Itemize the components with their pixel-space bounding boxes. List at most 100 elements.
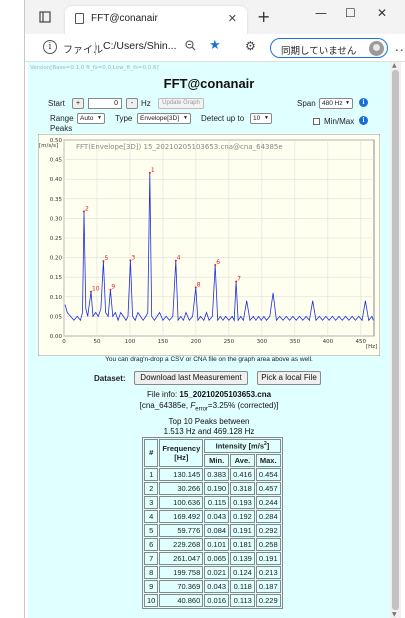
peak-label: 10 <box>92 286 100 293</box>
ferror-subscript: error <box>195 406 208 413</box>
profile-sync-button[interactable]: 同期していません <box>270 38 388 58</box>
y-tick-label: 0.15 <box>50 275 63 281</box>
scrollbar-thumb[interactable] <box>392 70 399 610</box>
new-tab-button[interactable]: + <box>257 7 270 26</box>
span-select[interactable]: 480 Hz ▼ <box>319 98 353 109</box>
row-number: 8 <box>144 565 159 579</box>
row-max: 0.229 <box>255 593 281 607</box>
peak-label: 6 <box>216 259 220 266</box>
page-scrollbar[interactable]: ▲ ▼ <box>390 62 401 618</box>
table-row: 4 169.492 0.043 0.192 0.284 <box>144 509 281 523</box>
peak-label: 7 <box>237 276 241 283</box>
x-tick-label: 200 <box>191 339 202 345</box>
extensions-icon[interactable]: ⚙ <box>245 39 256 53</box>
range-select[interactable]: Auto ▼ <box>77 113 105 124</box>
row-ave: 0.113 <box>230 593 255 607</box>
y-tick-label: 0.30 <box>50 216 63 222</box>
minmax-help-icon[interactable]: i <box>359 116 368 125</box>
peaks-title: Top 10 Peaks between <box>168 417 250 426</box>
row-ave: 0.124 <box>230 565 255 579</box>
type-select[interactable]: Envelope[3D] ▼ <box>137 113 191 124</box>
x-tick-label: 400 <box>323 339 334 345</box>
row-frequency: 169.492 <box>159 509 204 523</box>
version-info: Version[Base=0.1,0 ft_fs=0.0,Low_ft_fs=0… <box>30 65 159 71</box>
peaks-table: # Frequency [Hz] Intensity [m/s2] Min. Av… <box>142 437 283 609</box>
scroll-down-icon[interactable]: ▼ <box>392 611 397 618</box>
start-input[interactable]: 0 <box>88 98 122 109</box>
profile-avatar-icon <box>369 41 384 56</box>
span-value: 480 Hz <box>322 100 343 107</box>
ferror-value: =3.25% (corrected)] <box>207 401 279 410</box>
device-text: [cna_64385e, <box>139 401 189 410</box>
row-max: 0.191 <box>255 551 281 565</box>
scroll-up-icon[interactable]: ▲ <box>392 62 397 69</box>
col-max: Max. <box>255 453 281 467</box>
tab-actions-icon[interactable] <box>37 9 53 25</box>
x-tick-label: 100 <box>125 339 136 345</box>
table-row: 2 30.266 0.190 0.318 0.457 <box>144 481 281 495</box>
more-menu-button[interactable]: ... <box>395 40 405 54</box>
table-row: 1 130.145 0.383 0.416 0.454 <box>144 467 281 481</box>
peak-label: 5 <box>104 255 108 262</box>
minmax-checkbox[interactable] <box>313 118 320 125</box>
span-help-icon[interactable]: i <box>359 98 368 107</box>
minmax-label: Min/Max <box>324 117 355 126</box>
row-frequency: 59.776 <box>159 523 204 537</box>
row-number: 9 <box>144 579 159 593</box>
type-label: Type <box>115 114 133 123</box>
row-ave: 0.416 <box>230 467 255 481</box>
tab-close-icon[interactable]: ✕ <box>228 12 237 25</box>
row-min: 0.190 <box>204 481 230 495</box>
y-tick-label: 0.45 <box>50 158 63 164</box>
peak-label: 2 <box>85 205 89 212</box>
peaks-range: 1.513 Hz and 469.128 Hz <box>163 427 255 436</box>
col-frequency: Frequency [Hz] <box>159 439 204 467</box>
address-bar[interactable]: C:/Users/Shin... <box>103 40 177 52</box>
download-measurement-button[interactable]: Download last Measurement <box>134 371 248 385</box>
row-frequency: 70.369 <box>159 579 204 593</box>
row-ave: 0.193 <box>230 495 255 509</box>
start-label: Start <box>48 99 65 108</box>
file-name: 15_20210205103653.cna <box>179 390 272 399</box>
start-plus-button[interactable]: + <box>72 98 84 109</box>
active-tab[interactable]: FFT@conanair ✕ <box>65 6 247 34</box>
row-number: 10 <box>144 593 159 607</box>
info-icon[interactable]: i <box>43 40 57 54</box>
drop-note: You can drag'n-drop a CSV or CNA file on… <box>105 356 313 363</box>
sync-label: 同期していません <box>281 46 357 57</box>
range-label: Range <box>50 114 74 123</box>
x-tick-label: 300 <box>257 339 268 345</box>
x-tick-label: 450 <box>356 339 367 345</box>
row-frequency: 130.145 <box>159 467 204 481</box>
col-intensity-end: ] <box>266 441 270 451</box>
fft-chart[interactable]: 0.00 0.05 0.10 0.15 0.20 0.25 0.30 0.35 0.40 0.45… <box>38 134 380 356</box>
start-minus-button[interactable]: - <box>126 98 138 109</box>
maximize-button[interactable]: ☐ <box>345 6 356 20</box>
address-toolbar: i ファイル C:/Users/Shin... ★ ⚙ 同期していません ... <box>25 34 405 62</box>
col-min: Min. <box>204 453 230 467</box>
row-min: 0.065 <box>204 551 230 565</box>
detect-select[interactable]: 10 ▼ <box>250 113 272 124</box>
table-row: 9 70.369 0.043 0.118 0.187 <box>144 579 281 593</box>
favorite-star-icon[interactable]: ★ <box>209 38 221 53</box>
close-window-button[interactable]: ✕ <box>377 6 387 20</box>
minimize-button[interactable]: — <box>315 6 327 20</box>
y-tick-label: 0.40 <box>50 177 63 183</box>
row-min: 0.021 <box>204 565 230 579</box>
y-tick-label: 0.10 <box>50 295 63 301</box>
row-ave: 0.139 <box>230 551 255 565</box>
row-ave: 0.192 <box>230 509 255 523</box>
row-max: 0.258 <box>255 537 281 551</box>
row-max: 0.244 <box>255 495 281 509</box>
row-ave: 0.181 <box>230 537 255 551</box>
update-graph-button[interactable]: Update Graph <box>158 98 204 109</box>
peak-label: 8 <box>197 281 201 288</box>
chart-title: FFT(Envelope[3D]) 15_20210205103653.cna@… <box>76 143 283 151</box>
pick-local-file-button[interactable]: Pick a local File <box>257 371 321 385</box>
detect-value: 10 <box>253 115 261 122</box>
protocol-label: ファイル <box>63 45 103 56</box>
zoom-icon[interactable] <box>185 40 196 54</box>
row-ave: 0.191 <box>230 523 255 537</box>
y-axis-label: [m/s/s] <box>39 143 58 149</box>
row-number: 5 <box>144 523 159 537</box>
